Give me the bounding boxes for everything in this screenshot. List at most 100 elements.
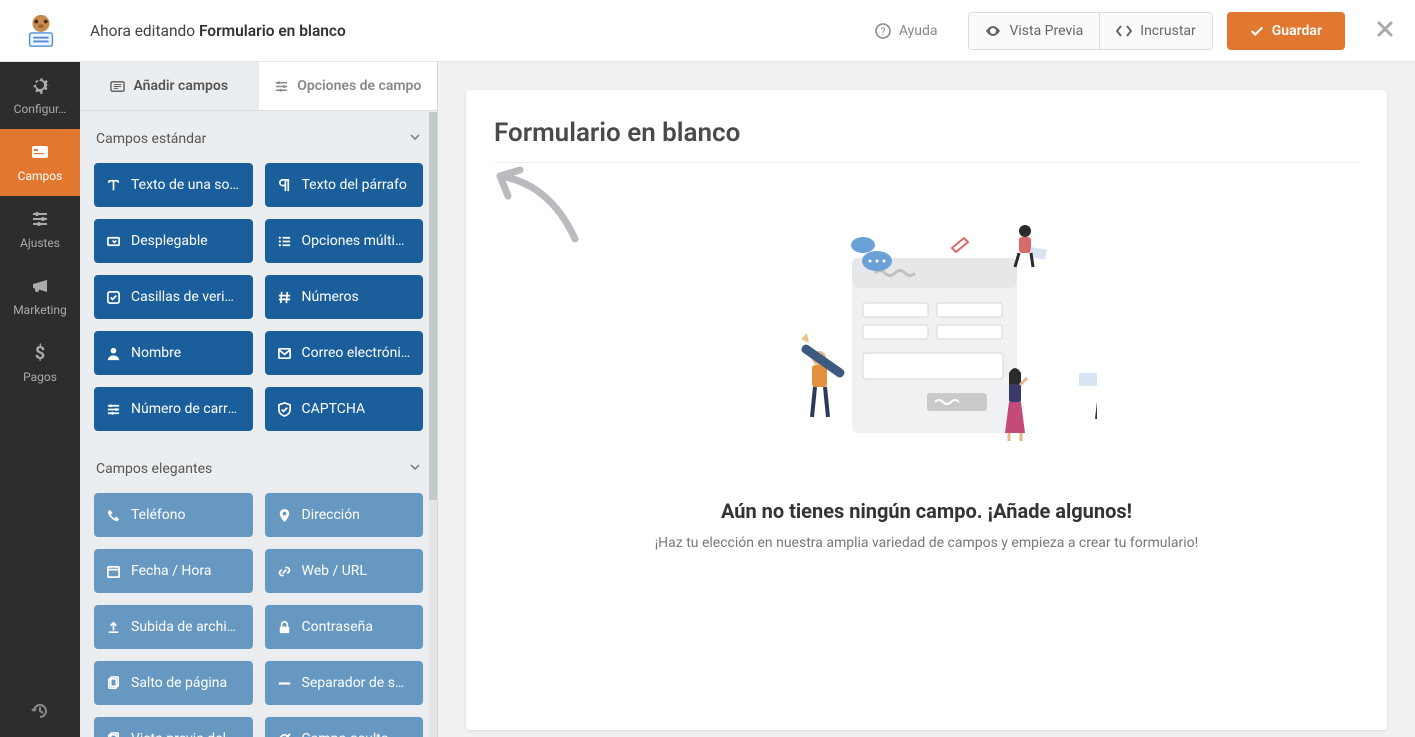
email-icon xyxy=(277,346,292,361)
field-captcha[interactable]: CAPTCHA xyxy=(265,387,424,431)
html-icon xyxy=(106,732,121,737)
field-upload[interactable]: Subida de archivo xyxy=(94,605,253,649)
top-bar: Ahora editando Formulario en blanco ? Ay… xyxy=(0,0,1415,62)
field-url[interactable]: Web / URL xyxy=(265,549,424,593)
field-email[interactable]: Correo electrónico xyxy=(265,331,424,375)
address-icon xyxy=(277,508,292,523)
history-icon xyxy=(30,701,50,721)
help-button[interactable]: ? Ayuda xyxy=(858,13,955,49)
field-label: Campo oculto xyxy=(302,731,389,737)
tab-add-fields[interactable]: Añadir campos xyxy=(80,62,259,110)
empty-illustration xyxy=(757,213,1097,463)
field-label: Número de carru… xyxy=(131,401,241,417)
close-button[interactable] xyxy=(1367,9,1403,53)
app-logo[interactable] xyxy=(18,8,64,54)
empty-subtext: ¡Haz tu elección en nuestra amplia varie… xyxy=(655,535,1198,551)
field-label: Web / URL xyxy=(302,563,367,579)
section-standard-header[interactable]: Campos estándar xyxy=(94,127,423,149)
paragraph-icon xyxy=(277,178,292,193)
help-icon: ? xyxy=(875,23,891,39)
field-label: Subida de archivo xyxy=(131,619,241,635)
empty-heading: Aún no tienes ningún campo. ¡Añade algun… xyxy=(721,499,1132,523)
upload-icon xyxy=(106,620,121,635)
help-label: Ayuda xyxy=(899,23,938,39)
svg-text:?: ? xyxy=(880,27,885,38)
hidden-icon xyxy=(277,732,292,737)
field-numslider[interactable]: Número de carru… xyxy=(94,387,253,431)
pagebreak-icon xyxy=(106,676,121,691)
save-button[interactable]: Guardar xyxy=(1227,12,1345,50)
nav-payments-label: Pagos xyxy=(23,370,57,384)
multiple-icon xyxy=(277,234,292,249)
field-label: Salto de página xyxy=(131,675,227,691)
nav-setup[interactable]: Configur… xyxy=(0,62,80,129)
field-label: Teléfono xyxy=(131,507,186,523)
bullhorn-icon xyxy=(30,276,50,296)
field-datetime[interactable]: Fecha / Hora xyxy=(94,549,253,593)
divider-icon xyxy=(277,676,292,691)
nav-history[interactable] xyxy=(0,685,80,737)
nav-fields-label: Campos xyxy=(18,169,63,183)
field-checkboxes[interactable]: Casillas de verific… xyxy=(94,275,253,319)
field-multiple[interactable]: Opciones múltiples xyxy=(265,219,424,263)
section-fancy-header[interactable]: Campos elegantes xyxy=(94,457,423,479)
section-standard-title: Campos estándar xyxy=(96,131,206,147)
nav-fields[interactable]: Campos xyxy=(0,129,80,196)
nav-setup-label: Configur… xyxy=(14,102,67,116)
check-icon xyxy=(1250,24,1264,38)
nav-marketing-label: Marketing xyxy=(13,303,67,317)
fields-icon xyxy=(30,142,50,162)
checkboxes-icon xyxy=(106,290,121,305)
sliders-icon xyxy=(30,209,50,229)
nav-settings[interactable]: Ajustes xyxy=(0,196,80,263)
field-paragraph[interactable]: Texto del párrafo xyxy=(265,163,424,207)
tab-add-label: Añadir campos xyxy=(133,78,228,94)
preview-button[interactable]: Vista Previa xyxy=(969,13,1099,49)
section-fancy-title: Campos elegantes xyxy=(96,461,212,477)
canvas-area: Formulario en blanco xyxy=(438,62,1415,737)
datetime-icon xyxy=(106,564,121,579)
eye-icon xyxy=(985,23,1001,39)
close-icon xyxy=(1375,19,1395,39)
field-label: Números xyxy=(302,289,359,305)
field-password[interactable]: Contraseña xyxy=(265,605,424,649)
tab-field-options[interactable]: Opciones de campo xyxy=(259,62,438,110)
section-fancy: Campos elegantes Teléfono Dirección Fecha … xyxy=(94,441,423,737)
nav-marketing[interactable]: Marketing xyxy=(0,263,80,330)
field-label: Desplegable xyxy=(131,233,208,249)
field-name[interactable]: Nombre xyxy=(94,331,253,375)
field-label: Nombre xyxy=(131,345,181,361)
editing-form-name[interactable]: Formulario en blanco xyxy=(199,22,346,40)
editing-prefix: Ahora editando xyxy=(90,22,199,40)
section-standard: Campos estándar Texto de una sola… Texto … xyxy=(94,111,423,441)
field-hidden[interactable]: Campo oculto xyxy=(265,717,424,737)
field-numbers[interactable]: Números xyxy=(265,275,424,319)
panel-scrollbar-thumb[interactable] xyxy=(429,112,437,500)
field-divider[interactable]: Separador de se… xyxy=(265,661,424,705)
gear-icon xyxy=(30,75,50,95)
empty-state: Aún no tienes ningún campo. ¡Añade algun… xyxy=(494,163,1359,551)
field-phone[interactable]: Teléfono xyxy=(94,493,253,537)
field-html[interactable]: Vista previa del r… xyxy=(94,717,253,737)
field-address[interactable]: Dirección xyxy=(265,493,424,537)
form-canvas[interactable]: Formulario en blanco xyxy=(466,90,1387,730)
field-dropdown[interactable]: Desplegable xyxy=(94,219,253,263)
field-text[interactable]: Texto de una sola… xyxy=(94,163,253,207)
panel-scrollbar[interactable] xyxy=(429,112,437,737)
embed-button[interactable]: Incrustar xyxy=(1099,13,1212,49)
chevron-down-icon xyxy=(409,131,421,147)
add-fields-icon xyxy=(110,79,125,94)
save-label: Guardar xyxy=(1272,23,1322,39)
svg-text:$: $ xyxy=(35,343,45,363)
panel-tabs: Añadir campos Opciones de campo xyxy=(80,62,437,111)
chevron-down-icon xyxy=(409,461,421,477)
dollar-icon: $ xyxy=(30,343,50,363)
code-icon xyxy=(1116,23,1132,39)
field-pagebreak[interactable]: Salto de página xyxy=(94,661,253,705)
name-icon xyxy=(106,346,121,361)
editing-title: Ahora editando Formulario en blanco xyxy=(90,22,346,40)
form-title[interactable]: Formulario en blanco xyxy=(494,118,1359,160)
nav-payments[interactable]: $ Pagos xyxy=(0,330,80,397)
panel-body[interactable]: Campos estándar Texto de una sola… Texto … xyxy=(80,111,437,737)
url-icon xyxy=(277,564,292,579)
